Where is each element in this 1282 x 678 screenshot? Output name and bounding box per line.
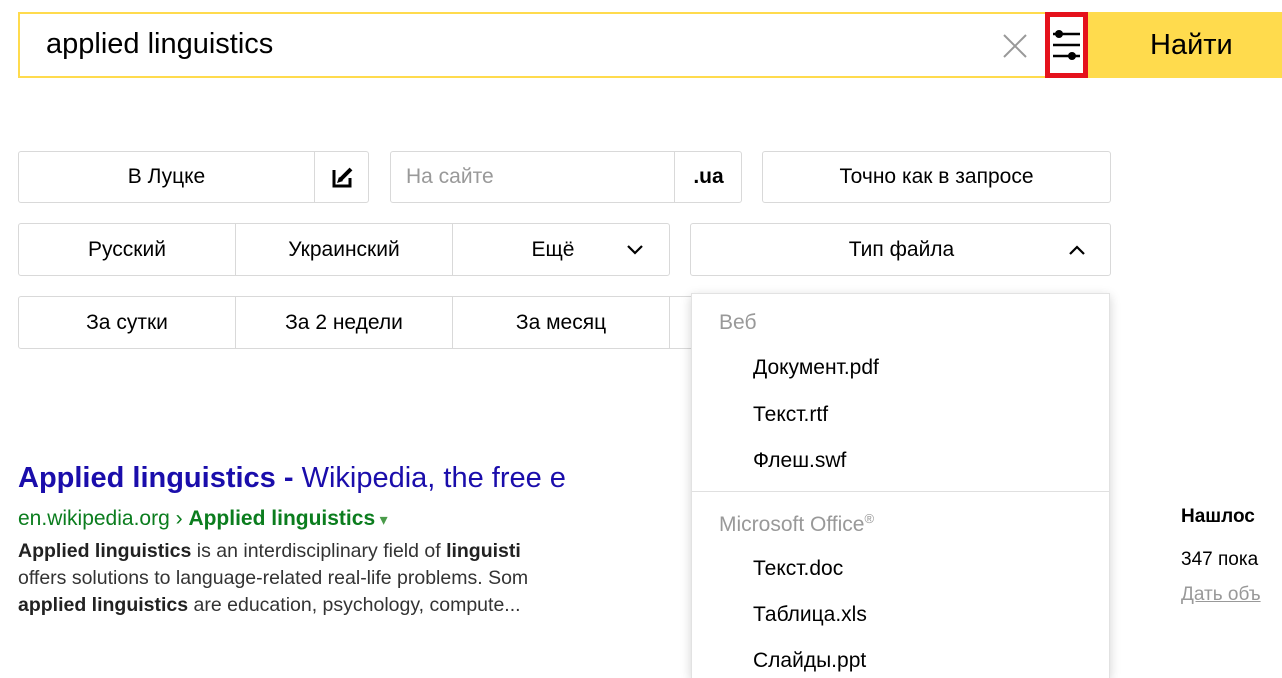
advertise-link[interactable]: Дать объ: [1181, 584, 1261, 606]
domain-selector[interactable]: .ua: [675, 152, 742, 202]
lang-more-label: Ещё: [531, 238, 575, 261]
file-type-doc[interactable]: Текст.doc: [753, 557, 843, 581]
period-day[interactable]: За сутки: [18, 296, 236, 349]
lang-russian[interactable]: Русский: [18, 223, 236, 276]
snippet-bold: Applied linguistics: [18, 540, 192, 562]
site-input[interactable]: На сайте: [406, 152, 494, 202]
group-web-label: Веб: [719, 311, 757, 334]
group-office-name: Microsoft Office: [719, 513, 865, 536]
file-type-xls[interactable]: Таблица.xls: [753, 603, 867, 627]
search-input[interactable]: applied linguistics: [46, 24, 273, 64]
clear-icon[interactable]: [1000, 31, 1030, 61]
file-type-label: Тип файла: [848, 238, 955, 261]
lang-ukrainian[interactable]: Украинский: [235, 223, 453, 276]
result-menu-arrow[interactable]: ▾: [375, 512, 388, 529]
file-type-button[interactable]: Тип файла: [690, 223, 1111, 276]
result-title-bold: Applied linguistics -: [18, 462, 294, 494]
file-type-rtf[interactable]: Текст.rtf: [753, 403, 828, 427]
exact-match-button[interactable]: Точно как в запросе: [762, 151, 1111, 203]
snippet-bold: linguisti: [446, 540, 521, 562]
find-button-label[interactable]: Найти: [1150, 26, 1233, 64]
result-url[interactable]: en.wikipedia.org › Applied linguistics ▾: [18, 504, 388, 536]
edit-icon[interactable]: [332, 166, 356, 188]
sliders-icon: [1053, 30, 1080, 60]
period-month[interactable]: За месяц: [452, 296, 670, 349]
result-url-sep: ›: [169, 507, 189, 530]
dropdown-divider: [692, 491, 1109, 492]
snippet-text: offers solutions to language-related rea…: [18, 567, 529, 589]
snippet-text: are education, psychology, compute...: [188, 594, 521, 616]
advanced-search-button[interactable]: [1045, 12, 1088, 78]
results-count: 347 пока: [1181, 549, 1259, 570]
group-office-label: Microsoft Office®: [719, 511, 874, 537]
results-found-heading: Нашлос: [1181, 506, 1255, 527]
file-type-ppt[interactable]: Слайды.ppt: [753, 649, 866, 673]
chevron-down-icon: [627, 245, 643, 255]
file-type-swf[interactable]: Флеш.swf: [753, 449, 846, 473]
file-type-pdf[interactable]: Документ.pdf: [753, 356, 879, 380]
snippet-text: is an interdisciplinary field of: [191, 540, 447, 562]
chevron-up-icon: [1069, 245, 1085, 255]
result-title-link[interactable]: Applied linguistics - Wikipedia, the fre…: [18, 458, 566, 498]
registered-mark: ®: [864, 511, 875, 526]
region-filter[interactable]: В Луцке: [18, 151, 369, 203]
snippet-bold: applied linguistics: [18, 594, 189, 616]
result-url-host[interactable]: en.wikipedia.org: [18, 507, 170, 530]
region-label: В Луцке: [127, 165, 206, 188]
period-2-weeks[interactable]: За 2 недели: [235, 296, 453, 349]
result-title-rest: Wikipedia, the free e: [293, 462, 566, 494]
lang-more-button[interactable]: Ещё: [452, 223, 670, 276]
result-snippet: Applied linguistics is an interdisciplin…: [18, 538, 718, 619]
result-url-path[interactable]: Applied linguistics: [188, 507, 375, 530]
site-filter[interactable]: На сайте .ua: [390, 151, 742, 203]
